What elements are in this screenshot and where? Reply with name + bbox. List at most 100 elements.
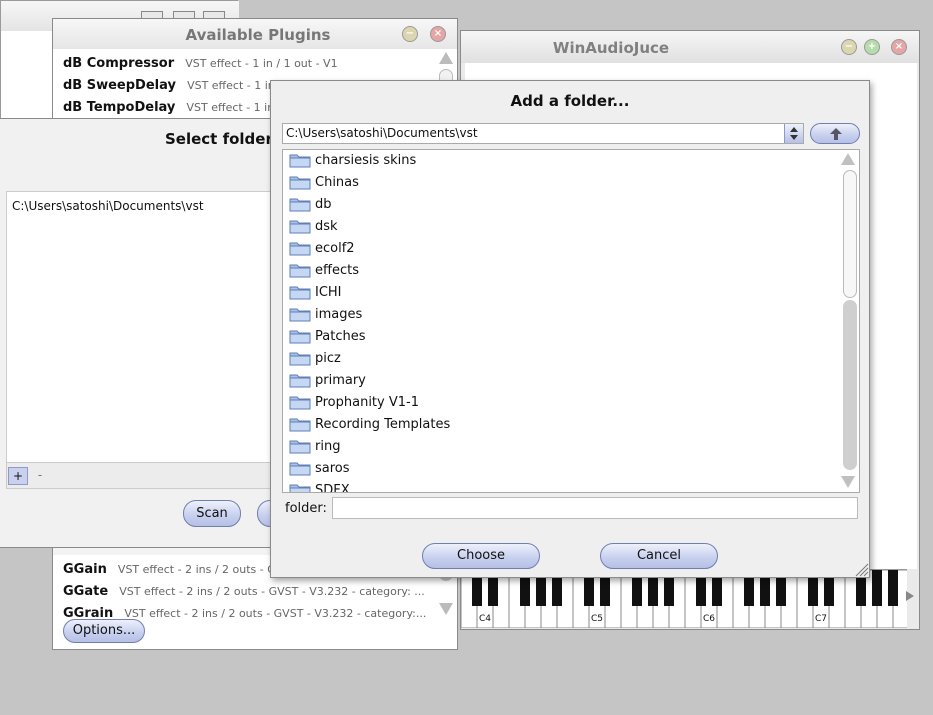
black-key[interactable] <box>872 570 882 606</box>
keyboard-scroll-right-icon[interactable] <box>906 591 914 601</box>
parent-folder-button[interactable] <box>810 123 860 144</box>
folder-list-item[interactable]: ICHI <box>283 282 838 304</box>
folder-name: db <box>315 197 332 212</box>
folder-list-item[interactable]: ecolf2 <box>283 238 838 260</box>
path-combobox[interactable]: C:\Users\satoshi\Documents\vst <box>282 123 804 144</box>
folder-list-item[interactable]: charsiesis skins <box>283 150 838 172</box>
scroll-down-icon[interactable] <box>841 476 855 488</box>
folder-icon <box>289 152 311 168</box>
folder-list[interactable]: C:\Users\satoshi\Documents\vst <box>6 191 290 463</box>
remove-folder-button[interactable]: - <box>32 467 48 485</box>
folder-icon <box>289 262 311 278</box>
folder-name: Chinas <box>315 175 359 190</box>
folder-name: picz <box>315 351 341 366</box>
folder-icon <box>289 460 311 476</box>
plugin-name: GGain <box>63 562 107 577</box>
folder-name: Patches <box>315 329 366 344</box>
scan-button[interactable]: Scan <box>183 500 241 527</box>
plugin-desc: VST effect - 2 ins / 2 outs - GVST - V3.… <box>119 585 425 598</box>
plugin-name: dB TempoDelay <box>63 100 176 115</box>
octave-label-c4: C4 <box>479 614 492 624</box>
folder-field[interactable] <box>332 497 858 519</box>
folder-list-item[interactable]: images <box>283 304 838 326</box>
folder-icon <box>289 284 311 300</box>
folder-list-item[interactable]: effects <box>283 260 838 282</box>
folder-icon <box>289 394 311 410</box>
choose-button[interactable]: Choose <box>422 543 540 569</box>
folder-name: Prophanity V1-1 <box>315 395 419 410</box>
resize-grip-icon[interactable] <box>855 563 869 577</box>
folder-name: effects <box>315 263 359 278</box>
plugin-row[interactable]: GGate VST effect - 2 ins / 2 outs - GVST… <box>63 580 425 599</box>
dropdown-arrows-icon[interactable] <box>784 124 803 143</box>
plugin-desc: VST effect - 1 in / 1 out - V1 <box>185 57 338 70</box>
scroll-up-icon[interactable] <box>439 52 453 64</box>
folder-name: saros <box>315 461 350 476</box>
options-button[interactable]: Options... <box>63 619 145 643</box>
minimize-icon[interactable]: − <box>402 26 418 42</box>
folder-icon <box>289 306 311 322</box>
octave-label-c7: C7 <box>815 614 828 624</box>
folder-rows: charsiesis skins Chinas db dsk ecolf2 effects… <box>283 150 838 493</box>
piano-keys[interactable] <box>461 570 907 628</box>
add-folder-button[interactable]: + <box>8 467 28 485</box>
select-folders-window: Select folders C:\Users\satoshi\Document… <box>0 118 297 548</box>
folder-icon <box>289 196 311 212</box>
folder-list-item[interactable]: dsk <box>283 216 838 238</box>
folder-list-item[interactable]: Patches <box>283 326 838 348</box>
add-folder-dialog: Add a folder... C:\Users\satoshi\Documen… <box>270 80 870 578</box>
folder-icon <box>289 174 311 190</box>
folder-name: ICHI <box>315 285 342 300</box>
available-plugins-title: Available Plugins <box>185 26 331 44</box>
folder-name: primary <box>315 373 366 388</box>
folder-browser-list[interactable]: charsiesis skins Chinas db dsk ecolf2 effects… <box>282 149 860 493</box>
path-value: C:\Users\satoshi\Documents\vst <box>286 126 478 140</box>
close-icon[interactable]: × <box>430 26 446 42</box>
folder-list-toolbar <box>6 463 290 489</box>
folder-name: ring <box>315 439 341 454</box>
window-title: WinAudioJuce <box>552 39 670 57</box>
folder-list-item[interactable]: picz <box>283 348 838 370</box>
plugin-name: dB Compressor <box>63 56 175 71</box>
scrollbar-thumb[interactable] <box>843 170 857 298</box>
folder-icon <box>289 416 311 432</box>
folder-list-item[interactable]: Recording Templates <box>283 414 838 436</box>
select-folders-title: Select folders <box>165 130 282 148</box>
folder-list-item[interactable]: saros <box>283 458 838 480</box>
folder-icon <box>289 438 311 454</box>
folder-list-item[interactable]: primary <box>283 370 838 392</box>
folder-name: SDFX <box>315 483 350 493</box>
folder-name: dsk <box>315 219 338 234</box>
folder-list-item[interactable]: ring <box>283 436 838 458</box>
list-item[interactable]: C:\Users\satoshi\Documents\vst <box>12 199 204 213</box>
folder-icon <box>289 218 311 234</box>
folder-list-item[interactable]: Prophanity V1-1 <box>283 392 838 414</box>
scrollbar-track[interactable] <box>843 300 857 470</box>
chevron-up-icon <box>790 127 798 132</box>
folder-name: images <box>315 307 363 322</box>
folder-name: charsiesis skins <box>315 153 417 168</box>
folder-icon <box>289 482 311 492</box>
black-key[interactable] <box>888 570 898 606</box>
folder-icon <box>289 240 311 256</box>
plugin-row[interactable]: dB Compressor VST effect - 1 in / 1 out … <box>63 52 338 71</box>
plugin-desc: VST effect - 2 ins / 2 outs - GVST - V3.… <box>124 607 427 620</box>
dialog-title: Add a folder... <box>510 92 630 110</box>
minimize-icon[interactable]: − <box>841 39 857 55</box>
arrow-up-icon <box>830 128 842 140</box>
cancel-button[interactable]: Cancel <box>600 543 718 569</box>
folder-icon <box>289 328 311 344</box>
folder-list-item[interactable]: SDFX <box>283 480 838 493</box>
octave-label-c6: C6 <box>703 614 716 624</box>
folder-icon <box>289 350 311 366</box>
folder-list-item[interactable]: Chinas <box>283 172 838 194</box>
plugin-name: GGate <box>63 584 109 599</box>
folder-field-label: folder: <box>285 501 327 516</box>
scroll-up-icon[interactable] <box>841 153 855 165</box>
maximize-icon[interactable]: + <box>864 39 880 55</box>
folder-name: ecolf2 <box>315 241 355 256</box>
folder-icon <box>289 372 311 388</box>
scroll-down-icon[interactable] <box>439 603 453 615</box>
folder-list-item[interactable]: db <box>283 194 838 216</box>
close-icon[interactable]: × <box>891 39 907 55</box>
